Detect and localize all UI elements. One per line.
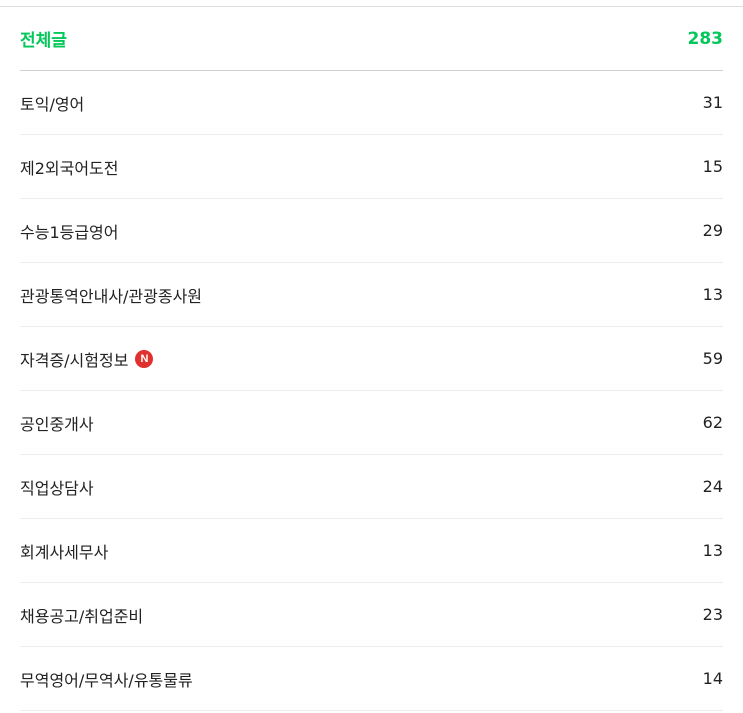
category-all-label: 전체글 <box>20 31 67 51</box>
category-item-count: 24 <box>702 477 723 496</box>
category-item-label: 채용공고/취업준비 <box>20 606 144 626</box>
category-item-count: 13 <box>702 285 723 304</box>
category-item[interactable]: 수능1등급영어 29 <box>20 199 723 263</box>
category-item[interactable]: 회계사세무사 13 <box>20 519 723 583</box>
category-item-left: 자격증/시험정보 N <box>20 347 154 371</box>
category-item-count: 23 <box>702 605 723 624</box>
category-item[interactable]: 제2외국어도전 15 <box>20 135 723 199</box>
category-item-left: 수능1등급영어 <box>20 219 119 243</box>
category-item-left: 토익/영어 <box>20 91 84 115</box>
category-item-label: 공인중개사 <box>20 414 94 434</box>
category-item-left: 제2외국어도전 <box>20 155 119 179</box>
category-item[interactable]: 공인중개사 62 <box>20 391 723 455</box>
category-item-label: 자격증/시험정보 <box>20 350 129 370</box>
category-item[interactable]: 관광통역안내사/관광종사원 13 <box>20 263 723 327</box>
category-item-label: 제2외국어도전 <box>20 158 119 178</box>
category-item-left: 채용공고/취업준비 <box>20 603 143 627</box>
category-item[interactable]: 자격증/시험정보 N 59 <box>20 327 723 391</box>
category-item-count: 62 <box>702 413 723 432</box>
category-item[interactable]: 무역영어/무역사/유통물류 14 <box>20 647 723 711</box>
category-item-label: 회계사세무사 <box>20 542 109 562</box>
category-item-label: 관광통역안내사/관광종사원 <box>20 286 203 306</box>
category-all-count: 283 <box>687 28 724 49</box>
category-item-count: 14 <box>702 669 723 688</box>
category-item-count: 15 <box>702 157 723 176</box>
category-item[interactable]: 토익/영어 31 <box>20 71 723 135</box>
category-item-left: 직업상담사 <box>20 475 94 499</box>
category-item-left: 무역영어/무역사/유통물류 <box>20 667 193 691</box>
new-badge-icon: N <box>135 349 154 368</box>
category-item-count: 29 <box>702 221 723 240</box>
category-item-label: 직업상담사 <box>20 478 94 498</box>
category-item-label: 수능1등급영어 <box>20 222 119 242</box>
category-item-left: 관광통역안내사/관광종사원 <box>20 283 202 307</box>
category-item-count: 13 <box>702 541 723 560</box>
category-item-count: 59 <box>702 349 723 368</box>
category-item-left: 공인중개사 <box>20 411 94 435</box>
category-item-label: 무역영어/무역사/유통물류 <box>20 670 193 690</box>
category-item[interactable]: 채용공고/취업준비 23 <box>20 583 723 647</box>
category-item-left: 회계사세무사 <box>20 539 108 563</box>
category-item-label: 토익/영어 <box>20 94 85 114</box>
category-list: 전체글 283 토익/영어 31 제2외국어도전 15 수능1등급영어 29 관… <box>20 7 723 711</box>
category-item-count: 31 <box>702 93 723 112</box>
category-item[interactable]: 직업상담사 24 <box>20 455 723 519</box>
category-all-posts[interactable]: 전체글 283 <box>20 7 723 71</box>
